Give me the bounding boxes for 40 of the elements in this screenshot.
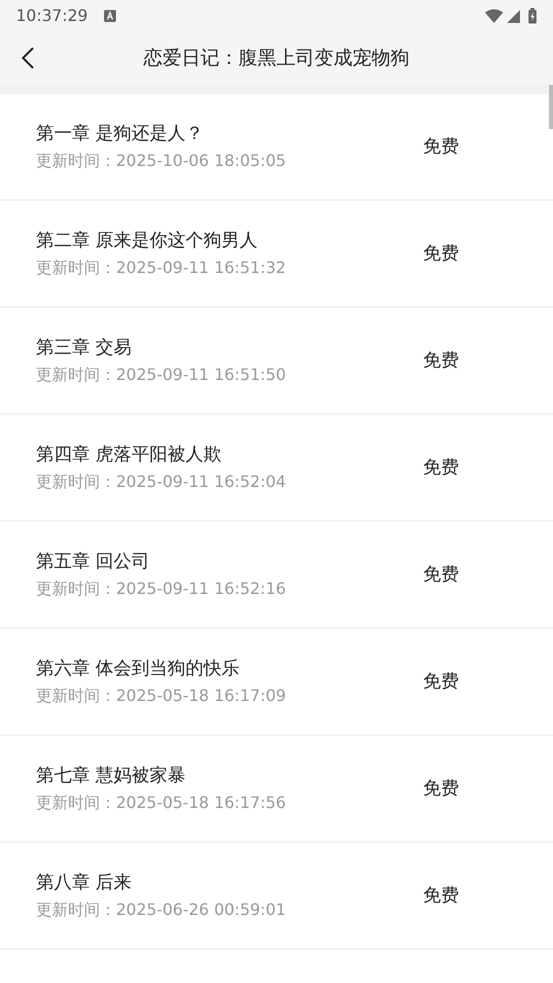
chapter-title: 第一章 是狗还是人？ bbox=[36, 122, 205, 146]
update-time: 更新时间：2025-05-18 16:17:56 bbox=[36, 792, 287, 814]
chapter-title: 第七章 慧妈被家暴 bbox=[36, 764, 187, 788]
header-title: 恋爱日记：腹黑上司变成宠物狗 bbox=[144, 46, 410, 71]
price-label: 免费 bbox=[423, 242, 460, 266]
price-label: 免费 bbox=[423, 884, 460, 908]
chapter-row[interactable]: 第二章 原来是你这个狗男人 更新时间：2025-09-11 16:51:32 免费 bbox=[0, 201, 553, 306]
price-label: 免费 bbox=[423, 349, 460, 373]
chapter-row[interactable]: 第四章 虎落平阳被人欺 更新时间：2025-09-11 16:52:04 免费 bbox=[0, 415, 553, 520]
signal-icon bbox=[507, 10, 520, 22]
chapter-row[interactable]: 第六章 体会到当狗的快乐 更新时间：2025-05-18 16:17:09 免费 bbox=[0, 629, 553, 734]
chapter-title: 第三章 交易 bbox=[36, 336, 133, 360]
chapter-row[interactable]: 第五章 回公司 更新时间：2025-09-11 16:52:16 免费 bbox=[0, 522, 553, 627]
chapter-title: 第二章 原来是你这个狗男人 bbox=[36, 228, 259, 252]
chapter-title: 第六章 体会到当狗的快乐 bbox=[36, 656, 241, 680]
update-time: 更新时间：2025-09-11 16:51:32 bbox=[36, 256, 287, 278]
price-label: 免费 bbox=[423, 777, 460, 801]
chapter-row[interactable]: 第八章 后来 更新时间：2025-06-26 00:59:01 免费 bbox=[0, 843, 553, 948]
update-time: 更新时间：2025-06-26 00:59:01 bbox=[36, 898, 287, 920]
chapter-title: 第八章 后来 bbox=[36, 870, 133, 894]
price-label: 免费 bbox=[423, 135, 460, 159]
update-time: 更新时间：2025-09-11 16:51:50 bbox=[36, 364, 287, 386]
price-label: 免费 bbox=[423, 563, 460, 587]
status-time: 10:37:29 bbox=[16, 5, 88, 27]
battery-icon bbox=[528, 8, 537, 24]
price-label: 免费 bbox=[423, 670, 460, 694]
chapter-row[interactable]: 第三章 交易 更新时间：2025-09-11 16:51:50 免费 bbox=[0, 308, 553, 413]
scrollbar-thumb bbox=[549, 85, 553, 129]
chapter-title: 第四章 虎落平阳被人欺 bbox=[36, 442, 223, 466]
update-time: 更新时间：2025-09-11 16:52:04 bbox=[36, 470, 287, 492]
back-icon bbox=[21, 46, 35, 70]
update-time: 更新时间：2025-10-06 18:05:05 bbox=[36, 150, 287, 172]
keyboard-notification-icon bbox=[104, 10, 116, 22]
price-label: 免费 bbox=[423, 456, 460, 480]
chapter-row[interactable]: 第七章 慧妈被家暴 更新时间：2025-05-18 16:17:56 免费 bbox=[0, 736, 553, 841]
chapter-row[interactable]: 第一章 是狗还是人？ 更新时间：2025-10-06 18:05:05 免费 bbox=[0, 94, 553, 199]
chapter-title: 第五章 回公司 bbox=[36, 550, 151, 574]
wifi-icon bbox=[485, 9, 503, 23]
update-time: 更新时间：2025-05-18 16:17:09 bbox=[36, 684, 287, 706]
update-time: 更新时间：2025-09-11 16:52:16 bbox=[36, 578, 287, 600]
